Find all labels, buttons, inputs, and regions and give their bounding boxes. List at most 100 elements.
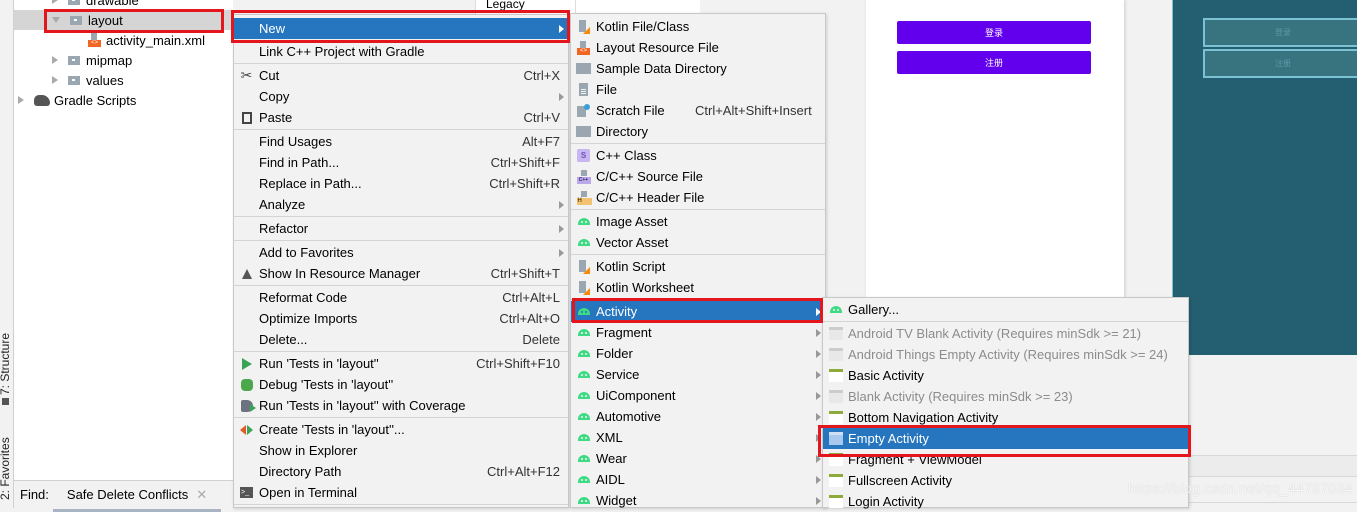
- menu-item-run-with-coverage[interactable]: Run 'Tests in 'layout'' with Coverage: [234, 395, 568, 416]
- expand-arrow-icon[interactable]: [18, 96, 24, 104]
- structure-tool-tab[interactable]: 7: Structure: [0, 333, 12, 405]
- menu-item-new[interactable]: New: [234, 18, 568, 39]
- menu-item-add-to-favorites[interactable]: Add to Favorites: [234, 242, 568, 263]
- expand-arrow-icon[interactable]: [52, 0, 58, 4]
- collapse-arrow-icon[interactable]: [52, 17, 60, 23]
- template-icon: [828, 390, 843, 403]
- menu-item-label: Link C++ Project with Gradle: [259, 44, 425, 59]
- menu-item-cut[interactable]: ✂ Cut Ctrl+X: [234, 65, 568, 86]
- menu-item-fragment-viewmodel[interactable]: Fragment + ViewModel: [823, 449, 1188, 470]
- scissors-icon: ✂: [240, 67, 253, 83]
- tree-item-mipmap[interactable]: mipmap: [14, 50, 233, 70]
- menu-item-layout-resource-file[interactable]: Layout Resource File: [571, 37, 825, 58]
- menu-item-activity[interactable]: Activity: [571, 301, 825, 322]
- menu-item-link-cpp-project[interactable]: Link C++ Project with Gradle: [234, 41, 568, 62]
- menu-item-label: Copy: [259, 89, 290, 104]
- menu-item-optimize-imports[interactable]: Optimize Imports Ctrl+Alt+O: [234, 308, 568, 329]
- editor-status-strip: [1188, 455, 1357, 477]
- menu-item-android-things-empty-activity[interactable]: Android Things Empty Activity (Requires …: [823, 344, 1188, 365]
- menu-item-fragment[interactable]: Fragment: [571, 322, 825, 343]
- menu-item-basic-activity[interactable]: Basic Activity: [823, 365, 1188, 386]
- menu-item-debug-tests[interactable]: Debug 'Tests in 'layout'': [234, 374, 568, 395]
- menu-separator: [571, 143, 825, 144]
- menu-item-find-in-path[interactable]: Find in Path... Ctrl+Shift+F: [234, 152, 568, 173]
- menu-separator: [234, 417, 568, 418]
- structure-tab-label: 7: Structure: [0, 332, 12, 395]
- tree-item-label: activity_main.xml: [106, 32, 205, 48]
- menu-item-refactor[interactable]: Refactor: [234, 218, 568, 239]
- menu-item-image-asset[interactable]: Image Asset: [571, 211, 825, 232]
- expand-arrow-icon[interactable]: [52, 76, 58, 84]
- menu-item-kotlin-script[interactable]: Kotlin Script: [571, 256, 825, 277]
- menu-item-kotlin-worksheet[interactable]: Kotlin Worksheet: [571, 277, 825, 298]
- menu-item-empty-activity[interactable]: Empty Activity: [823, 428, 1188, 449]
- menu-item-create-tests[interactable]: Create 'Tests in 'layout''...: [234, 419, 568, 440]
- tree-item-drawable[interactable]: drawable: [14, 0, 233, 10]
- android-icon: [577, 218, 590, 225]
- menu-item-service[interactable]: Service: [571, 364, 825, 385]
- context-menu: New Link C++ Project with Gradle ✂ Cut Ctr…: [233, 14, 569, 508]
- menu-separator: [823, 321, 1188, 322]
- menu-item-uicomponent[interactable]: UiComponent: [571, 385, 825, 406]
- submenu-arrow-icon: [816, 454, 821, 463]
- menu-item-show-in-explorer[interactable]: Show in Explorer: [234, 440, 568, 461]
- menu-item-label: Kotlin File/Class: [596, 19, 690, 34]
- favorites-tool-tab[interactable]: 2: Favorites: [0, 437, 12, 500]
- submenu-arrow-icon: [816, 475, 821, 484]
- folder-icon: [70, 15, 82, 25]
- menu-item-bottom-navigation-activity[interactable]: Bottom Navigation Activity: [823, 407, 1188, 428]
- close-icon[interactable]: ✕: [196, 487, 207, 503]
- menu-item-cpp-header-file[interactable]: C/C++ Header File: [571, 187, 825, 208]
- tree-item-gradle-scripts[interactable]: Gradle Scripts: [14, 90, 233, 110]
- menu-item-wear[interactable]: Wear: [571, 448, 825, 469]
- safe-delete-conflicts-tab[interactable]: Safe Delete Conflicts ✕: [52, 487, 222, 512]
- menu-item-label: Fragment: [596, 325, 652, 340]
- menu-item-aidl[interactable]: AIDL: [571, 469, 825, 490]
- menu-item-blank-activity[interactable]: Blank Activity (Requires minSdk >= 23): [823, 386, 1188, 407]
- menu-item-sample-data-directory[interactable]: Sample Data Directory: [571, 58, 825, 79]
- menu-item-show-in-resource-manager[interactable]: Show In Resource Manager Ctrl+Shift+T: [234, 263, 568, 284]
- menu-item-kotlin-file-class[interactable]: Kotlin File/Class: [571, 16, 825, 37]
- tree-item-values[interactable]: values: [14, 70, 233, 90]
- menu-item-file[interactable]: File: [571, 79, 825, 100]
- menu-item-cpp-source-file[interactable]: C/C++ Source File: [571, 166, 825, 187]
- folder-icon: [68, 75, 80, 85]
- menu-item-automotive[interactable]: Automotive: [571, 406, 825, 427]
- menu-item-replace-in-path[interactable]: Replace in Path... Ctrl+Shift+R: [234, 173, 568, 194]
- menu-item-analyze[interactable]: Analyze: [234, 194, 568, 215]
- folder-icon: [576, 63, 591, 74]
- menu-item-folder[interactable]: Folder: [571, 343, 825, 364]
- template-icon: [828, 348, 843, 361]
- scratch-file-icon: [577, 104, 590, 117]
- menu-item-find-usages[interactable]: Find Usages Alt+F7: [234, 131, 568, 152]
- menu-item-paste[interactable]: Paste Ctrl+V: [234, 107, 568, 128]
- menu-item-reformat-code[interactable]: Reformat Code Ctrl+Alt+L: [234, 287, 568, 308]
- coverage-icon: [240, 399, 256, 412]
- menu-item-gallery[interactable]: Gallery...: [823, 299, 1188, 320]
- menu-item-directory[interactable]: Directory: [571, 121, 825, 142]
- menu-item-xml[interactable]: XML: [571, 427, 825, 448]
- menu-item-vector-asset[interactable]: Vector Asset: [571, 232, 825, 253]
- menu-item-run-tests[interactable]: Run 'Tests in 'layout'' Ctrl+Shift+F10: [234, 353, 568, 374]
- menu-item-cpp-class[interactable]: S C++ Class: [571, 145, 825, 166]
- submenu-arrow-icon: [816, 433, 821, 442]
- cpp-source-icon: [576, 169, 591, 184]
- design-preview: 登录 注册: [866, 0, 1124, 298]
- expand-arrow-icon[interactable]: [52, 56, 58, 64]
- menu-separator: [234, 285, 568, 286]
- tree-item-layout[interactable]: layout: [14, 10, 233, 30]
- palette-column: [575, 0, 700, 14]
- menu-item-label: AIDL: [596, 472, 625, 487]
- menu-item-android-tv-blank-activity[interactable]: Android TV Blank Activity (Requires minS…: [823, 323, 1188, 344]
- menu-item-directory-path[interactable]: Directory Path Ctrl+Alt+F12: [234, 461, 568, 482]
- new-submenu: Kotlin File/Class Layout Resource File S…: [570, 13, 826, 508]
- menu-item-open-in-terminal[interactable]: >_ Open in Terminal: [234, 482, 568, 503]
- tree-item-activity-main-xml[interactable]: activity_main.xml: [14, 30, 233, 50]
- menu-item-delete[interactable]: Delete... Delete: [234, 329, 568, 350]
- menu-item-scratch-file[interactable]: Scratch File Ctrl+Alt+Shift+Insert: [571, 100, 825, 121]
- submenu-arrow-icon: [816, 496, 821, 505]
- menu-item-label: Widget: [596, 493, 637, 508]
- menu-item-label: Service: [596, 367, 640, 382]
- menu-item-copy[interactable]: Copy: [234, 86, 568, 107]
- watermark-text: https://blog.csdn.net/qq_44757034: [1128, 480, 1353, 496]
